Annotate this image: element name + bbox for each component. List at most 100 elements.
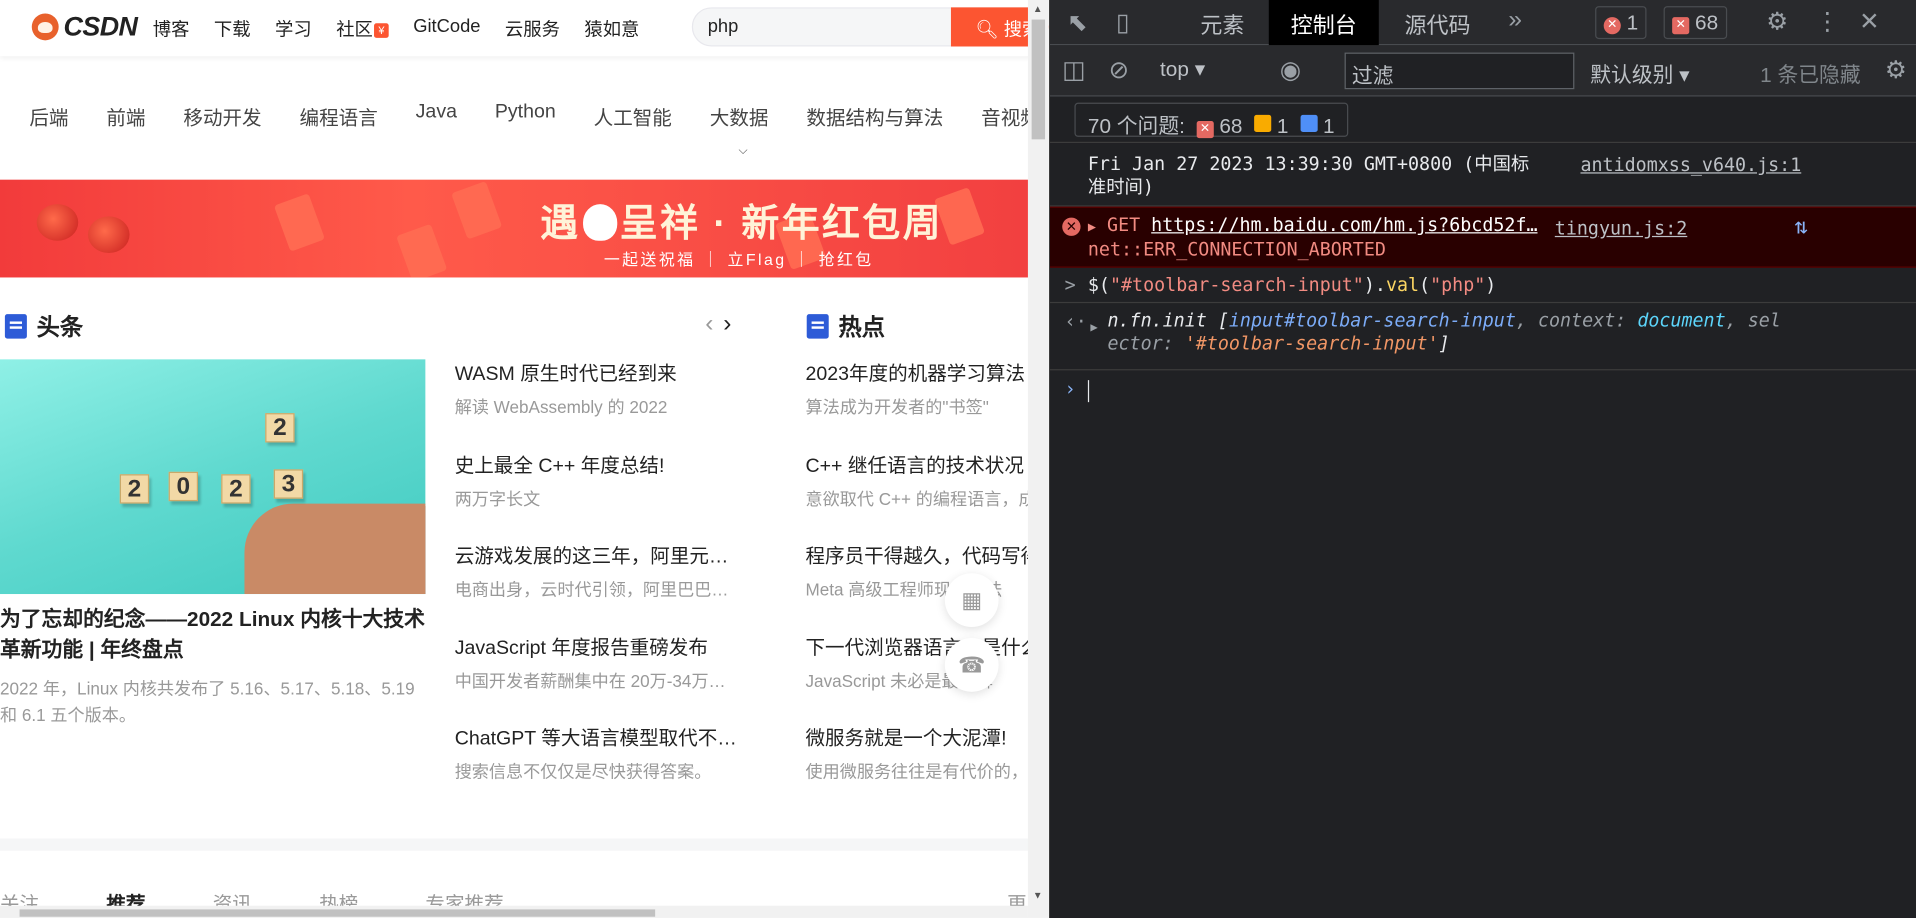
search-icon: 🔍︎ <box>975 19 999 41</box>
nav-blog[interactable]: 博客 <box>153 16 190 42</box>
vertical-scrollbar[interactable]: ▲ ▼ <box>1027 0 1049 918</box>
live-expression-eye-icon[interactable]: ◉ <box>1280 55 1301 86</box>
scrollbar-thumb[interactable] <box>1031 19 1046 140</box>
devtools-tab-bar: ⬉ ▯ 元素 控制台 源代码 » ✕ 1 ✕ 68 ⚙ ⋮ ✕ <box>1050 0 1916 46</box>
nav-yuanruyi[interactable]: 猿如意 <box>584 16 639 42</box>
list-item[interactable]: 下一代浏览器语言，是什么 JavaScript 未必是最优解 <box>805 635 1029 726</box>
close-icon[interactable]: ✕ <box>1859 6 1879 37</box>
news-title[interactable]: 云游戏发展的这三年，阿里元… <box>455 544 748 571</box>
document-icon <box>4 313 27 338</box>
customer-service-icon[interactable]: ☎ <box>944 638 999 692</box>
category-item[interactable]: 前端 <box>106 101 145 130</box>
category-item[interactable]: 数据结构与算法 <box>806 101 943 130</box>
category-list: 后端 前端 移动开发 编程语言 Java Python 人工智能 大数据 数据结… <box>29 101 1049 130</box>
nav-cloud[interactable]: 云服务 <box>505 16 560 42</box>
result-prompt-icon: ‹· <box>1064 310 1087 333</box>
console-settings-gear-icon[interactable]: ⚙ <box>1885 55 1907 86</box>
scroll-down-icon[interactable]: ▼ <box>1033 890 1043 901</box>
error-url-link[interactable]: https://hm.baidu.com/hm.js?6bcd52f… <box>1151 214 1537 236</box>
error-count-badge[interactable]: ✕ 1 <box>1595 6 1647 40</box>
category-item[interactable]: Python <box>495 101 556 130</box>
qr-code-icon[interactable]: ▦ <box>944 573 999 628</box>
list-item[interactable]: JavaScript 年度报告重磅发布中国开发者薪酬集中在 20万-34万… <box>455 635 748 726</box>
tab-console[interactable]: 控制台 <box>1268 0 1379 46</box>
list-item[interactable]: 史上最全 C++ 年度总结! 两万字长文 <box>455 453 748 544</box>
cube-digit: 2 <box>119 474 150 504</box>
issues-errors: 68 <box>1219 114 1243 139</box>
list-item[interactable]: C++ 继任语言的技术状况 意欲取代 C++ 的编程语言，成 <box>805 453 1029 544</box>
nav-community[interactable]: 社区 ¥ <box>336 16 389 42</box>
expand-triangle-icon[interactable]: ▶ <box>1088 219 1096 235</box>
issues-bar: 70 个问题: ✕ 68 1 1 <box>1050 96 1916 144</box>
news-title[interactable]: C++ 继任语言的技术状况 <box>805 453 1029 480</box>
list-item[interactable]: 微服务就是一个大泥潭! 使用微服务往往是有代价的， <box>805 726 1029 817</box>
device-toolbar-icon[interactable]: ▯ <box>1116 7 1129 38</box>
scrollbar-thumb[interactable] <box>19 909 656 917</box>
horizontal-scrollbar[interactable] <box>0 905 1028 918</box>
context-selector[interactable]: top ▾ <box>1160 57 1205 81</box>
code-close: ) <box>1485 273 1497 296</box>
log-source-link[interactable]: antidomxss_v640.js:1 <box>1580 154 1801 176</box>
news-title[interactable]: 史上最全 C++ 年度总结! <box>455 453 748 480</box>
devtools: ⬉ ▯ 元素 控制台 源代码 » ✕ 1 ✕ 68 ⚙ ⋮ ✕ ◫ ⊘ top … <box>1050 0 1916 918</box>
category-item[interactable]: 大数据 <box>710 101 769 130</box>
category-item[interactable]: 编程语言 <box>300 101 378 130</box>
result-document: document <box>1637 309 1726 332</box>
category-item[interactable]: 后端 <box>29 101 68 130</box>
inspect-element-icon[interactable]: ⬉ <box>1067 7 1087 38</box>
nav-download[interactable]: 下载 <box>214 16 251 42</box>
category-item[interactable]: Java <box>416 101 457 130</box>
list-item[interactable]: 云游戏发展的这三年，阿里元… 电商出身，云时代引领，阿里巴巴… <box>455 544 748 635</box>
hot-title-text: 热点 <box>838 315 885 342</box>
more-tabs-icon[interactable]: » <box>1508 6 1522 34</box>
news-desc: 中国开发者薪酬集中在 20万-34万… <box>454 670 726 690</box>
tab-sources[interactable]: 源代码 <box>1404 0 1470 45</box>
network-request-icon[interactable]: ⇅ <box>1794 214 1807 240</box>
list-item[interactable]: WASM 原生时代已经到来 解读 WebAssembly 的 2022 <box>455 362 748 453</box>
list-item[interactable]: ChatGPT 等大语言模型取代不… 搜索信息不仅仅是尽快获得答案。 <box>455 726 748 817</box>
chevron-down-icon[interactable]: ⌵ <box>728 144 757 159</box>
envelope-icon <box>451 180 503 240</box>
news-title[interactable]: 程序员干得越久，代码写得 <box>805 544 1029 571</box>
sidebar-toggle-icon[interactable]: ◫ <box>1062 55 1085 86</box>
hero-image[interactable]: 2 0 2 3 2 <box>0 359 426 595</box>
nav-learn[interactable]: 学习 <box>275 16 312 42</box>
category-item[interactable]: 移动开发 <box>183 101 261 130</box>
top-navbar: CSDN 博客 下载 学习 社区 ¥ GitCode 云服务 猿如意 php 🔍︎… <box>0 0 1049 57</box>
logo-mascot-icon <box>31 13 59 41</box>
result-object[interactable]: n.fn.init [input#toolbar-search-input, c… <box>1107 309 1780 355</box>
news-title[interactable]: JavaScript 年度报告重磅发布 <box>455 635 748 662</box>
news-title[interactable]: ChatGPT 等大语言模型取代不… <box>455 726 748 753</box>
issues-info: 1 <box>1322 114 1335 139</box>
new-year-banner[interactable]: 遇呈祥 · 新年红包周 一起送祝福 ｜ 立Flag ｜ 抢红包 <box>0 179 1028 278</box>
csdn-logo[interactable]: CSDN <box>31 11 138 42</box>
logo-text: CSDN <box>63 11 138 42</box>
clear-console-icon[interactable]: ⊘ <box>1109 55 1129 86</box>
prev-arrow-icon[interactable]: ‹ <box>705 310 723 337</box>
issue-icon: ✕ <box>1672 17 1690 35</box>
news-title[interactable]: 微服务就是一个大泥潭! <box>805 726 1029 753</box>
list-item[interactable]: 2023年度的机器学习算法 算法成为开发者的"书签" <box>805 362 1029 453</box>
next-arrow-icon[interactable]: › <box>723 310 741 337</box>
hero-title[interactable]: 为了忘却的纪念——2022 Linux 内核十大技术革新功能 | 年终盘点 <box>0 604 425 665</box>
issues-label: 70 个问题: <box>1087 114 1185 139</box>
console-filter-input[interactable]: 过滤 <box>1344 52 1575 90</box>
nav-gitcode[interactable]: GitCode <box>413 16 480 42</box>
kebab-menu-icon[interactable]: ⋮ <box>1815 6 1839 37</box>
log-level-selector[interactable]: 默认级别 ▾ <box>1590 57 1689 88</box>
input-code[interactable]: $("#toolbar-search-input").val("php") <box>1088 274 1496 297</box>
expand-triangle-icon[interactable]: ▶ <box>1090 321 1097 334</box>
tab-elements[interactable]: 元素 <box>1200 0 1244 45</box>
issue-count-badge[interactable]: ✕ 68 <box>1663 6 1727 40</box>
console-prompt[interactable]: › <box>1050 370 1916 407</box>
console-toolbar: ◫ ⊘ top ▾ ◉ 过滤 默认级别 ▾ 1 条已隐藏 ⚙ <box>1050 45 1916 97</box>
news-title[interactable]: WASM 原生时代已经到来 <box>455 362 748 389</box>
issues-button[interactable]: 70 个问题: ✕ 68 1 1 <box>1074 102 1348 139</box>
console-result-entry: ‹· n.fn.init [input#toolbar-search-input… <box>1050 303 1916 371</box>
info-issue-icon <box>1300 114 1318 133</box>
settings-gear-icon[interactable]: ⚙ <box>1766 6 1788 37</box>
category-item[interactable]: 人工智能 <box>594 101 672 130</box>
scroll-up-icon[interactable]: ▲ <box>1033 4 1043 15</box>
news-title[interactable]: 2023年度的机器学习算法 <box>805 362 1029 389</box>
error-source-link[interactable]: tingyun.js:2 <box>1555 218 1687 240</box>
